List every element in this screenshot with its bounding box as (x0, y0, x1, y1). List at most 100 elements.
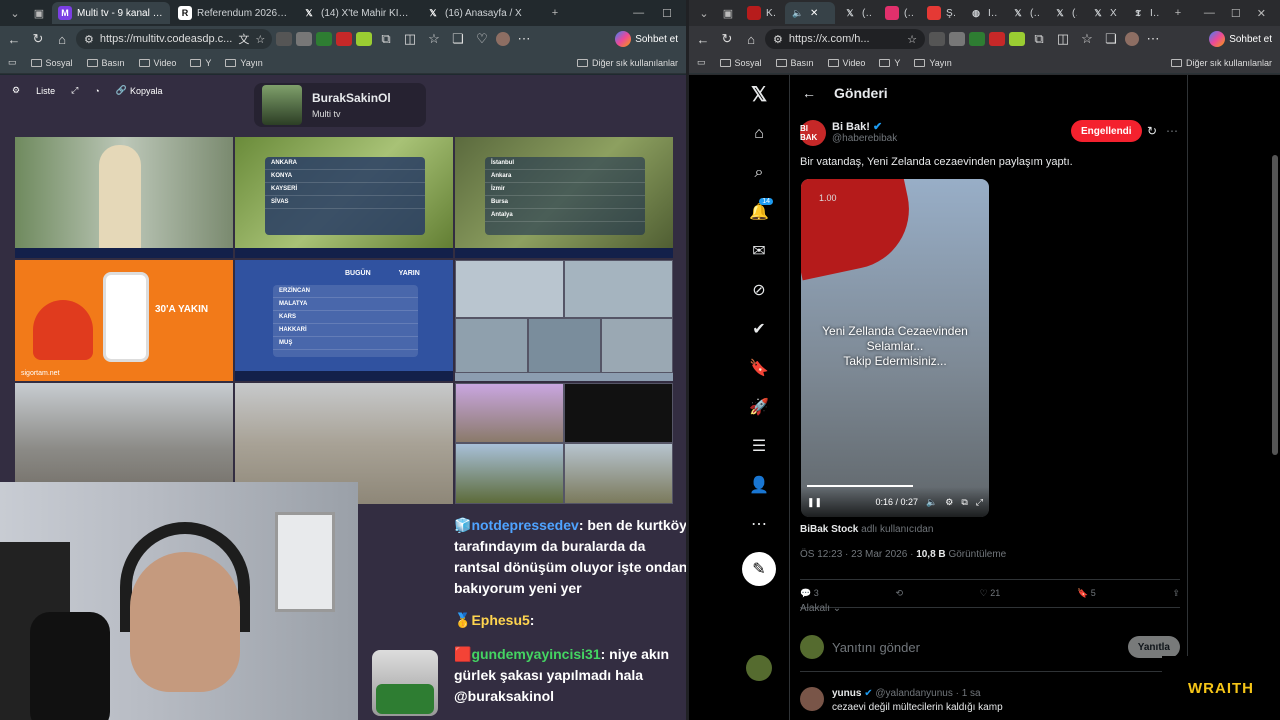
grok-refresh-icon[interactable]: ↻ (1147, 124, 1157, 138)
copy-button[interactable]: 🔗 Kopyala (112, 83, 167, 98)
source-user[interactable]: BiBak Stock (800, 524, 858, 535)
site-info-icon[interactable]: ⚙ (84, 33, 94, 46)
bookmark-folder[interactable]: Yayın (225, 58, 263, 68)
translate-icon[interactable]: 文 (238, 31, 249, 47)
video-tile-4[interactable]: 30'A YAKIN sigortam.net (15, 260, 233, 381)
extension-icon[interactable] (929, 32, 945, 46)
reply-button[interactable]: Yanıtla (1127, 636, 1180, 658)
comment-item[interactable]: yunus ✔ @yalandanyunus · 1 sa cezaevi de… (800, 687, 1003, 715)
profile-avatar-icon[interactable] (1125, 32, 1139, 46)
bookmark-folder[interactable]: Yayın (914, 58, 952, 68)
more-icon[interactable]: ⋯ (514, 31, 534, 47)
workspaces-icon[interactable]: ▣ (717, 2, 739, 24)
favorite-star-icon[interactable]: ☆ (255, 33, 265, 46)
more-circle-icon[interactable]: ⋯ (741, 504, 777, 543)
fullscreen-icon[interactable]: ⤢ (976, 497, 983, 508)
video-tile-3[interactable]: İstanbul Ankara İzmir Bursa Antalya (455, 137, 673, 258)
bookmark-folder[interactable]: Sosyal (719, 58, 762, 68)
extension-icon[interactable] (969, 32, 985, 46)
more-icon[interactable]: ⋯ (1143, 31, 1163, 47)
pip-icon[interactable]: ⧉ (961, 497, 967, 508)
bookmarks-icon[interactable]: 🔖 (741, 348, 777, 387)
other-bookmarks[interactable]: Diğer sık kullanılanlar (1170, 58, 1280, 68)
search-icon[interactable]: ⌕ (741, 153, 777, 192)
wallet-icon[interactable]: ♡ (472, 31, 492, 47)
tab-kick[interactable]: Kick (741, 2, 783, 24)
bookmark-folder[interactable]: Sosyal (30, 58, 73, 68)
extension-icon[interactable] (296, 32, 312, 46)
bookmark-folder[interactable]: Basın (775, 58, 814, 68)
maximize-icon[interactable]: ☐ (1231, 7, 1241, 20)
favorites-icon[interactable]: ☆ (1077, 31, 1097, 47)
video-tile-5[interactable]: BUGÜN YARIN ERZİNCAN MALATYA KARS HAKKAR… (235, 260, 453, 381)
pause-icon[interactable]: ❚❚ (807, 497, 822, 508)
bookmark-folder[interactable]: Y (879, 58, 900, 68)
blocked-button[interactable]: Engellendi (1071, 120, 1142, 142)
back-icon[interactable]: ← (693, 32, 713, 47)
tab-nyt[interactable]: 𝕿 İran (1125, 2, 1165, 24)
rocket-icon[interactable]: 🚀 (741, 387, 777, 426)
related-dropdown[interactable]: Alakalı ⌄ (800, 603, 841, 614)
lists-icon[interactable]: ☰ (741, 426, 777, 465)
like-action[interactable]: ♡ 21 (980, 588, 1001, 599)
fullscreen-icon[interactable]: ⤢ (67, 83, 82, 98)
streamer-profile-card[interactable]: BurakSakinOl Multi tv (254, 83, 426, 127)
favorites-icon[interactable]: ☆ (424, 31, 444, 47)
tab-youtube[interactable]: Şanlı (921, 2, 961, 24)
url-field[interactable]: ⚙ https://x.com/h... ☆ (765, 29, 925, 49)
tab-iran[interactable]: ◍ İran (963, 2, 1003, 24)
video-tile-9[interactable] (455, 383, 673, 504)
reply-action[interactable]: 💬 3 (800, 588, 819, 599)
bookmark-folder[interactable]: Y (190, 58, 211, 68)
verified-icon[interactable]: ✔ (741, 309, 777, 348)
video-tile-1[interactable] (15, 137, 233, 258)
back-icon[interactable]: ← (4, 32, 24, 47)
grok-icon[interactable]: ⊘ (741, 270, 777, 309)
bookmarks-toggle-icon[interactable]: ▭ (697, 57, 706, 68)
extensions-puzzle-icon[interactable]: ⧉ (1029, 31, 1049, 47)
home-icon[interactable]: ⌂ (52, 32, 72, 47)
x-logo-icon[interactable]: 𝕏 (741, 75, 777, 114)
tab-x[interactable]: 𝕏 (9) B (1047, 2, 1083, 24)
settings-gear-icon[interactable]: ⚙ (8, 83, 24, 98)
extension-icon[interactable] (949, 32, 965, 46)
volume-icon[interactable]: 🔈 (926, 497, 937, 508)
workspaces-icon[interactable]: ▣ (28, 2, 50, 24)
new-tab-icon[interactable]: + (544, 2, 566, 24)
maximize-icon[interactable]: ☐ (662, 7, 672, 20)
list-button[interactable]: Liste (32, 84, 59, 98)
settings-icon[interactable]: ⚙ (945, 497, 953, 508)
tab-list-icon[interactable]: ⌄ (4, 2, 26, 24)
video-tile-6[interactable] (455, 260, 673, 381)
author-name[interactable]: Bi Bak! ✔ (832, 120, 882, 133)
bookmark-folder[interactable]: Basın (86, 58, 125, 68)
favorite-star-icon[interactable]: ☆ (907, 33, 917, 46)
home-icon[interactable]: ⌂ (741, 32, 761, 47)
split-screen-icon[interactable]: ◫ (1053, 31, 1073, 47)
author-avatar[interactable]: BI BAK (800, 120, 826, 146)
copilot-chat-button[interactable]: Sohbet et (1209, 31, 1276, 47)
profile-icon[interactable]: 👤 (741, 465, 777, 504)
tab-x[interactable]: 𝕏 (11) (1005, 2, 1045, 24)
new-tab-icon[interactable]: + (1167, 2, 1189, 24)
tab-instagram[interactable]: (9) In (879, 2, 919, 24)
messages-icon[interactable]: ✉ (741, 231, 777, 270)
video-tile-2[interactable]: ANKARA KONYA KAYSERİ SİVAS (235, 137, 453, 258)
extension-icon[interactable] (316, 32, 332, 46)
tab-list-icon[interactable]: ⌄ (693, 2, 715, 24)
bookmark-action[interactable]: 🔖 5 (1077, 588, 1096, 599)
tab-x-active[interactable]: 🔈 ✕ (785, 2, 835, 24)
tab-x[interactable]: 𝕏 (11) (837, 2, 877, 24)
copilot-chat-button[interactable]: Sohbet et (615, 31, 682, 47)
bookmark-folder[interactable]: Video (138, 58, 176, 68)
url-field[interactable]: ⚙ https://multitv.codeasdp.c... 文 ☆ (76, 29, 272, 49)
extension-icon[interactable] (1009, 32, 1025, 46)
scrollbar[interactable] (1272, 155, 1278, 455)
bookmarks-toggle-icon[interactable]: ▭ (8, 57, 17, 68)
extensions-puzzle-icon[interactable]: ⧉ (376, 31, 396, 47)
tab-referendum[interactable]: R Referendum 2026, oggi ✕ (172, 2, 294, 24)
share-icon[interactable]: ⇪ (1172, 588, 1180, 599)
other-bookmarks[interactable]: Diğer sık kullanılanlar (576, 58, 686, 68)
compose-button[interactable]: ✎ (741, 549, 777, 588)
bookmark-folder[interactable]: Video (827, 58, 865, 68)
